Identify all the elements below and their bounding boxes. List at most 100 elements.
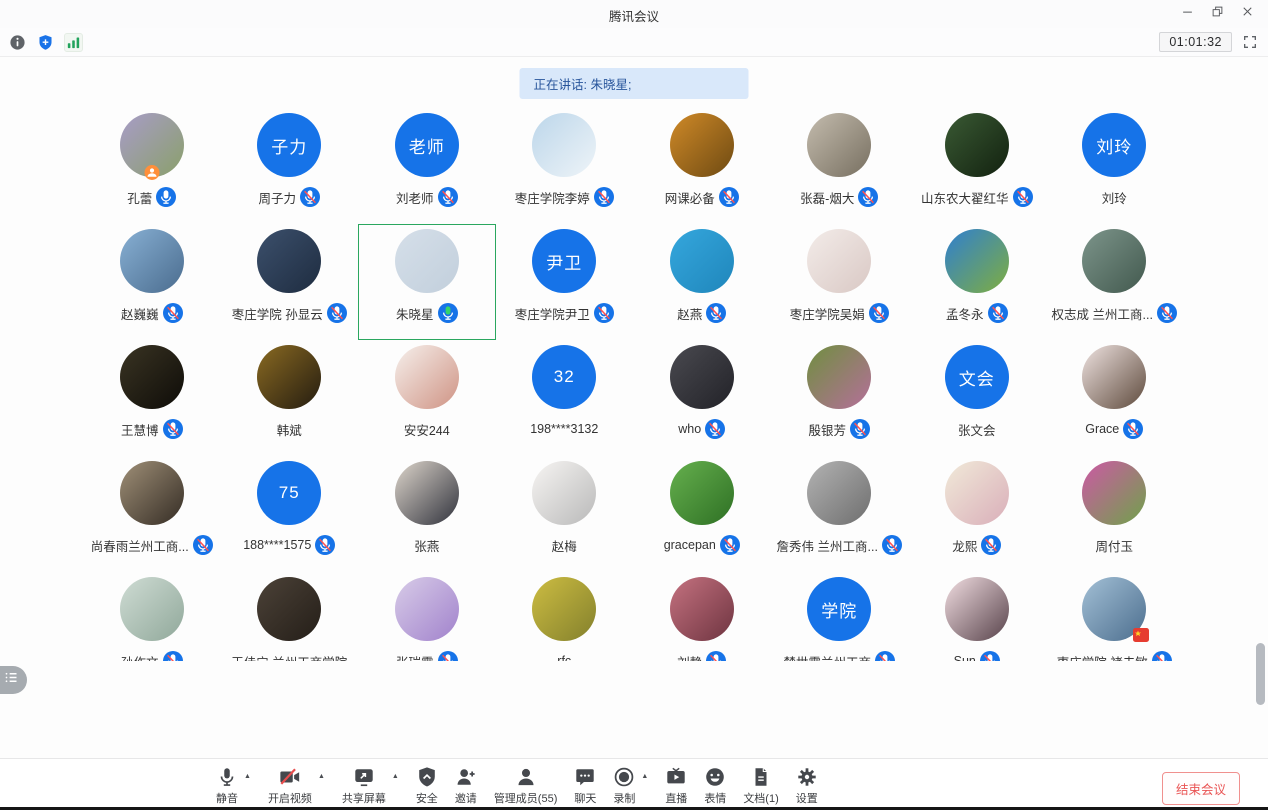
- toolbar-chat-button[interactable]: 聊天: [574, 765, 596, 806]
- participant-tile[interactable]: 韩斌: [221, 340, 359, 456]
- participant-tile[interactable]: 75 188****1575: [221, 456, 359, 572]
- toolbar-item-label: 静音: [216, 790, 238, 806]
- participant-tile[interactable]: 网课必备: [633, 108, 771, 224]
- shield-plus-icon[interactable]: [36, 33, 55, 52]
- participant-tile[interactable]: 尚春雨兰州工商...: [83, 456, 221, 572]
- participant-name-row: 安安244: [404, 419, 450, 439]
- avatar-lotus-painting: [945, 461, 1009, 525]
- mic-muted-icon: [869, 303, 889, 323]
- avatar-wrap: [120, 113, 184, 177]
- participant-tile[interactable]: 刘静: [633, 572, 771, 661]
- participant-tile[interactable]: 枣庄学院 孙显云: [221, 224, 359, 340]
- avatar-dog-cartoon: [395, 345, 459, 409]
- chevron-up-icon[interactable]: ▲: [318, 773, 325, 780]
- toolbar-manage-members-button[interactable]: 管理成员(55): [494, 765, 558, 806]
- participant-tile[interactable]: Sun: [908, 572, 1046, 661]
- chevron-up-icon[interactable]: ▲: [392, 773, 399, 780]
- participant-tile[interactable]: 赵巍巍: [83, 224, 221, 340]
- mic-speaking-icon: [438, 303, 458, 323]
- participant-tile[interactable]: 子力 周子力: [221, 108, 359, 224]
- meeting-info-icon[interactable]: [8, 33, 27, 52]
- chevron-up-icon[interactable]: ▲: [244, 773, 251, 780]
- participant-tile[interactable]: 32 198****3132: [496, 340, 634, 456]
- avatar-water-lily-photo: [945, 113, 1009, 177]
- participant-tile[interactable]: 权志成 兰州工商...: [1046, 224, 1184, 340]
- minimize-button[interactable]: [1172, 2, 1202, 26]
- participant-tile[interactable]: 老师 刘老师: [358, 108, 496, 224]
- participant-tile[interactable]: 殷银芳: [771, 340, 909, 456]
- participant-tile[interactable]: 尹卫 枣庄学院尹卫: [496, 224, 634, 340]
- avatar-wrap: [1082, 461, 1146, 525]
- status-right: 01:01:32: [1159, 32, 1258, 52]
- toolbar-share-screen-button[interactable]: 共享屏幕 ▲: [342, 765, 399, 806]
- toolbar-start-video-button[interactable]: 开启视频 ▲: [268, 765, 325, 806]
- avatar-wrap: [395, 229, 459, 293]
- mic-muted-icon: [706, 303, 726, 323]
- chevron-up-icon[interactable]: ▲: [641, 773, 648, 780]
- participant-tile[interactable]: 朱晓星: [358, 224, 496, 340]
- participant-tile[interactable]: 文会 张文会: [908, 340, 1046, 456]
- network-signal-icon[interactable]: [64, 33, 83, 52]
- avatar-wrap: [807, 345, 871, 409]
- participant-tile[interactable]: 安安244: [358, 340, 496, 456]
- close-icon: [1240, 4, 1255, 24]
- toolbar-live-button[interactable]: 直播: [665, 765, 687, 806]
- participant-tile[interactable]: gracepan: [633, 456, 771, 572]
- avatar-wrap: [532, 577, 596, 641]
- toolbar-item-label: 共享屏幕: [342, 790, 386, 806]
- participant-name: 刘静: [677, 652, 702, 662]
- participant-name: who: [678, 422, 701, 436]
- participant-tile[interactable]: 孔蕾: [83, 108, 221, 224]
- avatar-white-blossoms-photo: [120, 577, 184, 641]
- participant-tile[interactable]: 山东农大翟红华: [908, 108, 1046, 224]
- toolbar-emoji-button[interactable]: 表情: [704, 765, 726, 806]
- participant-tile[interactable]: 张瑞霞: [358, 572, 496, 661]
- participant-name-row: Sun: [954, 651, 1000, 661]
- toolbar-item-label: 录制: [613, 790, 635, 806]
- participant-name: 楚世霞兰州工商: [783, 652, 871, 662]
- participant-tile[interactable]: 枣庄学院吴娟: [771, 224, 909, 340]
- participant-name-row: rfc: [557, 651, 571, 661]
- toolbar-settings-button[interactable]: 设置: [796, 765, 818, 806]
- participant-tile[interactable]: 孙作文: [83, 572, 221, 661]
- participant-tile[interactable]: 张燕: [358, 456, 496, 572]
- participant-name-row: 188****1575: [243, 535, 335, 555]
- participant-tile[interactable]: 王慧博: [83, 340, 221, 456]
- participant-tile[interactable]: 枣庄学院李婷: [496, 108, 634, 224]
- maximize-button[interactable]: [1202, 2, 1232, 26]
- end-meeting-button[interactable]: 结束会议: [1162, 772, 1240, 805]
- participant-name-row: 张瑞霞: [396, 651, 458, 661]
- participant-tile[interactable]: Grace: [1046, 340, 1184, 456]
- member-list-toggle[interactable]: [0, 666, 27, 694]
- avatar-initials: 32: [532, 345, 596, 409]
- avatar-wrap: [532, 461, 596, 525]
- scrollbar-thumb[interactable]: [1256, 643, 1265, 705]
- participant-tile[interactable]: who: [633, 340, 771, 456]
- participant-tile[interactable]: 枣庄学院 褚夫敏: [1046, 572, 1184, 661]
- participant-tile[interactable]: 詹秀伟 兰州工商...: [771, 456, 909, 572]
- toolbar-invite-button[interactable]: 邀请: [455, 765, 477, 806]
- participant-name: 詹秀伟 兰州工商...: [777, 536, 878, 555]
- participant-tile[interactable]: 刘玲 刘玲: [1046, 108, 1184, 224]
- participant-tile[interactable]: 周付玉: [1046, 456, 1184, 572]
- participant-tile[interactable]: 赵燕: [633, 224, 771, 340]
- participant-tile[interactable]: 孟冬永: [908, 224, 1046, 340]
- participant-name: 周付玉: [1095, 536, 1133, 555]
- toolbar-docs-button[interactable]: 文档(1): [743, 765, 778, 806]
- avatar-hot-air-balloon-photo: [670, 229, 734, 293]
- toolbar-record-button[interactable]: 录制 ▲: [613, 765, 648, 806]
- participant-tile[interactable]: 张磊-烟大: [771, 108, 909, 224]
- toolbar-mute-button[interactable]: 静音 ▲: [216, 765, 251, 806]
- participant-tile[interactable]: 学院 楚世霞兰州工商: [771, 572, 909, 661]
- participant-name: 网课必备: [665, 188, 715, 207]
- fullscreen-toggle[interactable]: [1242, 34, 1258, 50]
- close-button[interactable]: [1232, 2, 1262, 26]
- status-icons: [8, 33, 83, 52]
- participant-tile[interactable]: 龙熙: [908, 456, 1046, 572]
- avatar-wrap: 子力: [257, 113, 321, 177]
- participant-name: rfc: [557, 654, 571, 661]
- participant-tile[interactable]: 王佳宁 兰州工商学院: [221, 572, 359, 661]
- toolbar-security-button[interactable]: 安全: [416, 765, 438, 806]
- participant-tile[interactable]: rfc: [496, 572, 634, 661]
- participant-tile[interactable]: 赵梅: [496, 456, 634, 572]
